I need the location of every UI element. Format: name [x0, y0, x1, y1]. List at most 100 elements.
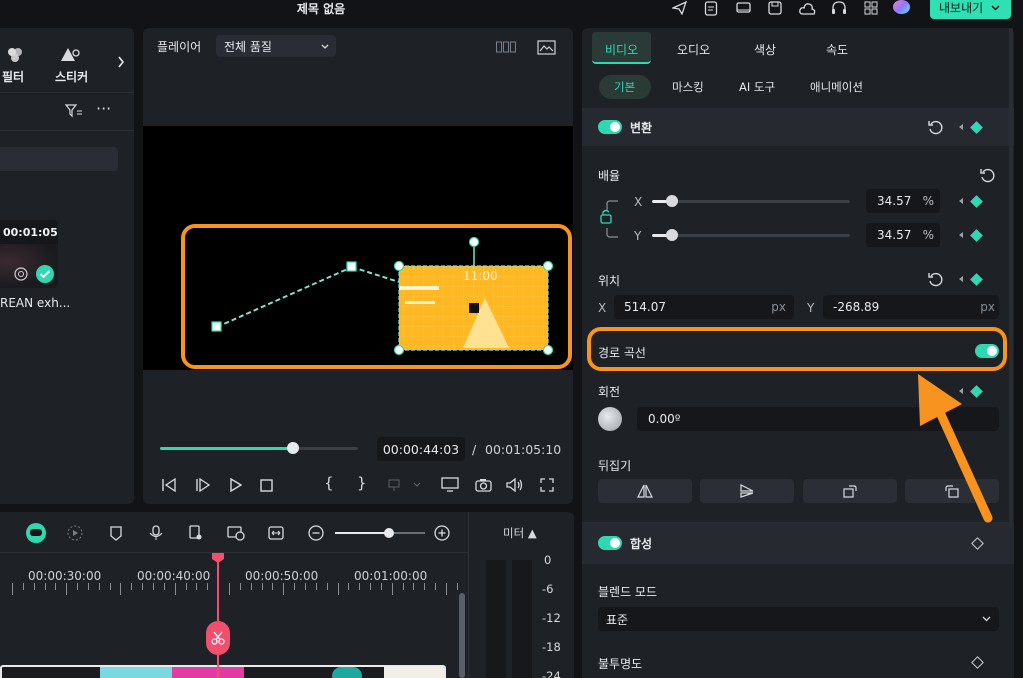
link-scale-icon[interactable] — [598, 198, 620, 240]
flip-horizontal-button[interactable] — [598, 479, 692, 503]
scale-y-input[interactable]: 34.57 % — [866, 223, 940, 247]
progress-handle[interactable] — [286, 442, 299, 454]
rotate-label: 회전 — [598, 385, 621, 399]
zoom-slider[interactable] — [335, 528, 425, 538]
current-time[interactable]: 00:00:44:03 — [377, 437, 465, 461]
quality-select[interactable]: 전체 품질 — [216, 35, 336, 57]
search-input[interactable] — [0, 147, 118, 171]
marker-dropdown-icon[interactable] — [386, 477, 424, 493]
progress-fill — [160, 447, 293, 450]
avatar[interactable] — [893, 0, 910, 14]
pos-y-input[interactable]: -268.89 px — [823, 295, 999, 319]
total-time: 00:01:05:10 — [485, 442, 562, 457]
prev-keyframe-icon[interactable] — [959, 232, 963, 238]
headset-icon[interactable] — [829, 0, 849, 16]
fit-timeline-icon[interactable] — [267, 524, 285, 542]
callout-arrow — [918, 374, 993, 523]
display-icon[interactable] — [440, 476, 460, 494]
time-separator: / — [472, 442, 477, 457]
blend-mode-select[interactable]: 표준 — [598, 607, 999, 631]
grid-icon[interactable] — [862, 0, 880, 16]
volume-icon[interactable] — [505, 476, 525, 494]
reset-icon[interactable] — [927, 271, 943, 287]
more-options-icon[interactable]: ··· — [96, 101, 116, 119]
speed-ramp-icon[interactable] — [66, 524, 84, 542]
highlight-box-path-curve — [587, 327, 1007, 371]
split-scissors-icon[interactable] — [206, 621, 230, 655]
sticker-tab[interactable]: 스티커 — [54, 44, 90, 84]
fullscreen-icon[interactable] — [538, 476, 556, 494]
zoom-in-icon[interactable] — [433, 524, 451, 542]
pos-y-value: -268.89 — [833, 300, 880, 314]
flip-horizontal-icon — [637, 484, 653, 498]
prev-keyframe-icon[interactable] — [959, 276, 963, 282]
camera-icon[interactable] — [473, 476, 493, 494]
subtab-ai-tools[interactable]: AI 도구 — [739, 79, 775, 95]
stop-icon[interactable] — [257, 476, 275, 494]
tab-color[interactable]: 색상 — [754, 41, 776, 58]
subtab-animation[interactable]: 애니메이션 — [810, 79, 863, 95]
prev-keyframe-icon[interactable] — [959, 198, 963, 204]
subtab-masking[interactable]: 마스킹 — [672, 79, 704, 95]
media-thumbnail[interactable]: 00:01:05 — [0, 220, 58, 288]
reset-icon[interactable] — [927, 119, 943, 135]
clip-thumb — [384, 667, 444, 678]
next-frame-icon[interactable] — [194, 476, 212, 494]
chevron-right-icon[interactable] — [114, 54, 128, 70]
meter-label[interactable]: 미터 ▲ — [503, 525, 537, 541]
flip-vertical-button[interactable] — [700, 479, 794, 503]
player-label: 플레이어 — [157, 40, 202, 54]
ai-mascot-icon[interactable] — [26, 523, 46, 543]
zoom-handle[interactable] — [384, 528, 394, 538]
transform-toggle[interactable] — [598, 120, 622, 134]
meter-scale-0: 0 — [544, 553, 552, 567]
scale-y-slider[interactable] — [652, 229, 850, 241]
doc-icon[interactable] — [702, 0, 720, 16]
export-button[interactable]: 내보내기 — [930, 0, 1011, 19]
grid-view-icon[interactable] — [496, 40, 516, 54]
opacity-label: 불투명도 — [598, 657, 643, 671]
video-track-strip[interactable] — [0, 665, 446, 678]
composite-toggle[interactable] — [598, 536, 622, 550]
save-icon[interactable] — [766, 0, 784, 16]
pos-x-label: X — [598, 301, 607, 315]
zoom-out-icon[interactable] — [307, 524, 325, 542]
send-icon[interactable] — [670, 0, 688, 16]
filter-sort-icon[interactable] — [64, 103, 84, 119]
pos-x-unit: px — [771, 300, 786, 314]
scale-x-slider[interactable] — [652, 195, 850, 207]
tab-video-label: 비디오 — [605, 43, 639, 57]
rotate-cw-button[interactable] — [803, 479, 897, 503]
scale-x-input[interactable]: 34.57 % — [866, 189, 940, 213]
playhead[interactable] — [217, 553, 219, 678]
timeline-scrollbar[interactable] — [459, 593, 465, 678]
chevron-down-icon — [321, 44, 329, 49]
scale-y-handle[interactable] — [665, 229, 678, 241]
pos-x-input[interactable]: 514.07 px — [614, 295, 794, 319]
mark-in-icon[interactable]: { — [324, 474, 334, 492]
prev-frame-icon[interactable] — [160, 476, 178, 494]
scale-x-handle[interactable] — [665, 195, 678, 207]
rotate-value: 0.00º — [648, 412, 681, 426]
progress-track[interactable] — [160, 442, 358, 454]
rotate-dial[interactable] — [598, 407, 622, 431]
marker-icon[interactable] — [107, 524, 125, 542]
play-icon[interactable] — [226, 476, 244, 494]
quality-value: 전체 품질 — [224, 39, 272, 54]
mark-out-icon[interactable]: } — [357, 474, 367, 492]
media-item-name: REAN exh... — [0, 296, 71, 310]
monitor-icon[interactable] — [734, 0, 752, 16]
tab-speed[interactable]: 속도 — [826, 41, 848, 58]
inspector-scrollbar[interactable] — [1009, 28, 1013, 528]
image-view-icon[interactable] — [536, 39, 556, 55]
preview-render-icon[interactable] — [226, 524, 246, 542]
cloud-icon[interactable] — [797, 0, 817, 16]
filter-tab[interactable]: 필터 — [0, 44, 32, 84]
reset-icon[interactable] — [979, 167, 995, 183]
prev-keyframe-icon[interactable] — [959, 124, 963, 130]
tab-audio[interactable]: 오디오 — [677, 41, 710, 58]
pos-x-value: 514.07 — [624, 300, 666, 314]
music-note-icon[interactable] — [187, 524, 205, 542]
export-label: 내보내기 — [939, 1, 984, 15]
mic-icon[interactable] — [147, 524, 165, 542]
